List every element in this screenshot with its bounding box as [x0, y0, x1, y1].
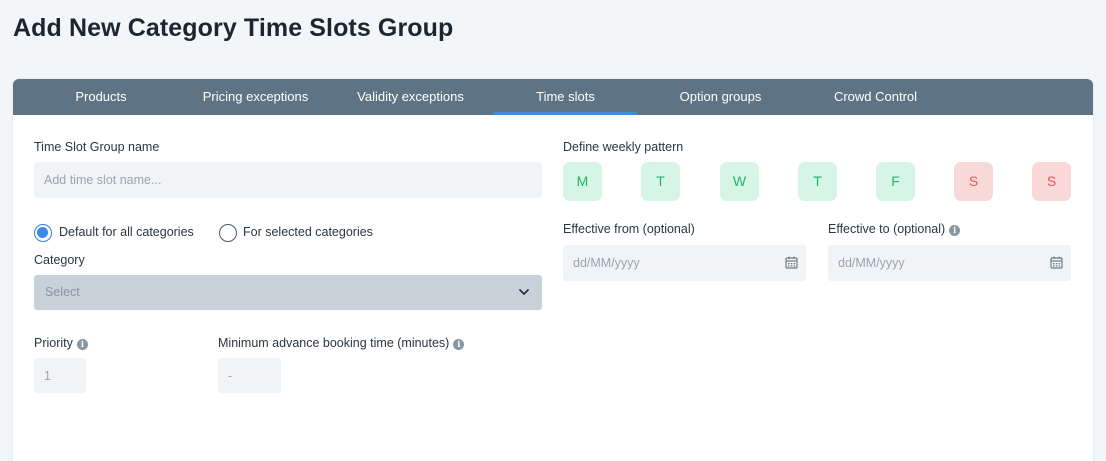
day-toggle-thursday[interactable]: T: [798, 162, 837, 201]
category-select-value: Select: [45, 285, 80, 299]
min-booking-label-text: Minimum advance booking time (minutes): [218, 336, 450, 350]
day-toggle-monday[interactable]: M: [563, 162, 602, 201]
weekly-pattern-label: Define weekly pattern: [563, 140, 684, 154]
effective-from-label: Effective from (optional): [563, 222, 695, 236]
min-booking-input[interactable]: [218, 358, 281, 393]
info-icon[interactable]: i: [453, 339, 465, 350]
day-toggle-tuesday[interactable]: T: [641, 162, 680, 201]
tab-option-groups[interactable]: Option groups: [668, 79, 773, 115]
effective-to-label-text: Effective to (optional): [828, 222, 946, 236]
category-select[interactable]: Select: [34, 275, 542, 310]
chevron-down-icon: [519, 289, 529, 295]
radio-default-all-categories[interactable]: [34, 224, 52, 242]
tab-products[interactable]: Products: [51, 79, 151, 115]
tab-pricing-exceptions[interactable]: Pricing exceptions: [193, 79, 318, 115]
tab-time-slots[interactable]: Time slots: [494, 79, 637, 115]
form-card: Products Pricing exceptions Validity exc…: [13, 79, 1093, 461]
day-toggle-friday[interactable]: F: [876, 162, 915, 201]
radio-selected-categories[interactable]: [219, 224, 237, 242]
tab-validity-exceptions[interactable]: Validity exceptions: [348, 79, 473, 115]
calendar-icon[interactable]: [1050, 256, 1063, 269]
day-toggle-wednesday[interactable]: W: [720, 162, 759, 201]
day-toggle-saturday[interactable]: S: [954, 162, 993, 201]
priority-label-text: Priority: [34, 336, 73, 350]
time-slot-group-name-input[interactable]: [34, 162, 542, 198]
effective-to-placeholder: dd/MM/yyyy: [838, 256, 905, 270]
tab-crowd-control[interactable]: Crowd Control: [823, 79, 928, 115]
time-slot-group-name-label: Time Slot Group name: [34, 140, 160, 154]
info-icon[interactable]: i: [76, 339, 88, 350]
effective-from-input[interactable]: dd/MM/yyyy: [563, 245, 806, 281]
radio-selected-label: For selected categories: [243, 225, 373, 239]
effective-to-label: Effective to (optional) i: [828, 222, 961, 236]
priority-label: Priority i: [34, 336, 88, 350]
effective-from-placeholder: dd/MM/yyyy: [573, 256, 640, 270]
radio-default-label: Default for all categories: [59, 225, 194, 239]
day-toggle-sunday[interactable]: S: [1032, 162, 1071, 201]
min-booking-label: Minimum advance booking time (minutes) i: [218, 336, 465, 350]
category-label: Category: [34, 253, 85, 267]
effective-to-input[interactable]: dd/MM/yyyy: [828, 245, 1071, 281]
tab-bar: Products Pricing exceptions Validity exc…: [13, 79, 1093, 115]
page-title: Add New Category Time Slots Group: [13, 14, 454, 42]
calendar-icon[interactable]: [785, 256, 798, 269]
info-icon[interactable]: i: [949, 225, 961, 236]
priority-input[interactable]: [34, 358, 86, 393]
